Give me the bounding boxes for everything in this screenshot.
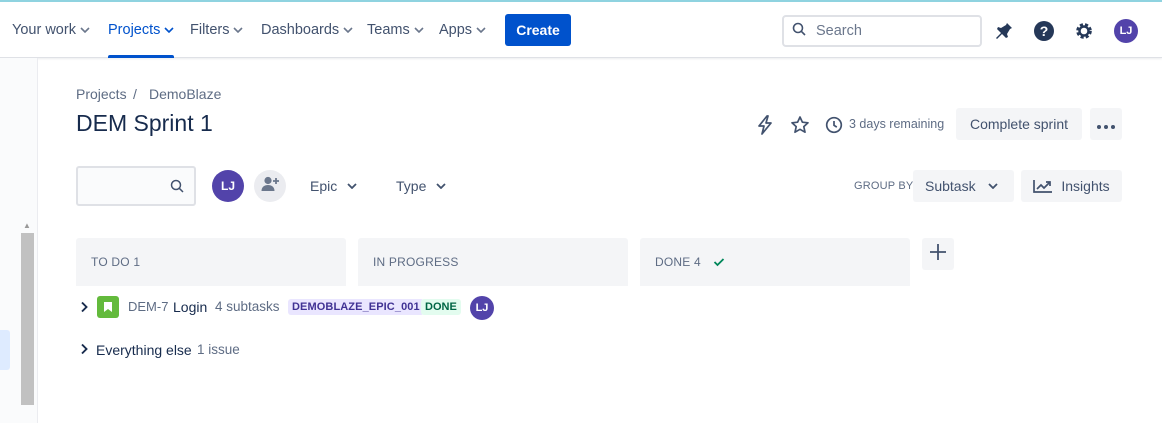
search-icon xyxy=(792,22,816,40)
more-dots-icon xyxy=(1097,116,1115,132)
nav-teams-label: Teams xyxy=(367,22,410,38)
type-filter-label: Type xyxy=(396,178,427,194)
chevron-down-icon xyxy=(347,183,357,189)
nav-dashboards[interactable]: Dashboards xyxy=(261,2,353,58)
status-badge: DONE xyxy=(421,299,461,315)
more-actions-button[interactable] xyxy=(1090,108,1122,140)
epic-lozenge: DEMOBLAZE_EPIC_001 xyxy=(288,299,424,315)
top-navigation: Your work Projects Filters Dashboards Te… xyxy=(0,0,1162,58)
chevron-down-icon xyxy=(80,27,90,33)
avatar: LJ xyxy=(1114,19,1138,43)
everything-else-count: 1 issue xyxy=(197,342,240,357)
nav-projects-label: Projects xyxy=(108,22,161,38)
column-title: IN PROGRESS xyxy=(373,255,459,269)
chevron-down-icon xyxy=(343,27,353,33)
breadcrumb-project[interactable]: DemoBlaze xyxy=(149,86,221,102)
insights-label: Insights xyxy=(1061,178,1110,194)
column-header-done: DONE 4 xyxy=(640,238,910,286)
chevron-down-icon xyxy=(436,183,446,189)
chevron-down-icon xyxy=(414,27,424,33)
page-title: DEM Sprint 1 xyxy=(76,110,213,136)
add-people-button[interactable] xyxy=(254,170,286,202)
issue-summary[interactable]: Login xyxy=(173,299,207,315)
breadcrumb-projects[interactable]: Projects xyxy=(76,86,127,102)
epic-filter-dropdown[interactable]: Epic xyxy=(310,170,357,202)
help-icon[interactable]: ? xyxy=(1032,19,1056,43)
issue-key[interactable]: DEM-7 xyxy=(128,299,168,314)
column-header-in-progress: IN PROGRESS xyxy=(358,238,628,286)
epic-filter-label: Epic xyxy=(310,178,338,194)
create-button[interactable]: Create xyxy=(505,14,571,46)
group-by-value: Subtask xyxy=(925,178,976,194)
nav-dashboards-label: Dashboards xyxy=(261,22,340,38)
automation-lightning-icon[interactable] xyxy=(754,114,776,136)
nav-projects[interactable]: Projects xyxy=(108,2,175,58)
board-search-input[interactable] xyxy=(76,166,196,206)
column-header-todo: TO DO 1 xyxy=(76,238,346,286)
add-person-icon xyxy=(260,175,280,198)
column-title: DONE 4 xyxy=(655,255,701,269)
scrollbar-thumb[interactable] xyxy=(21,233,34,405)
settings-gear-icon[interactable] xyxy=(1072,19,1096,43)
group-by-label: GROUP BY xyxy=(854,180,914,192)
sprint-remaining-text: 3 days remaining xyxy=(849,117,945,131)
notifications-icon[interactable] xyxy=(992,19,1016,43)
story-bookmark-icon xyxy=(97,296,119,318)
nav-apps[interactable]: Apps xyxy=(439,2,486,58)
nav-teams[interactable]: Teams xyxy=(367,2,424,58)
everything-else-label[interactable]: Everything else xyxy=(96,342,192,358)
nav-filters[interactable]: Filters xyxy=(190,2,244,58)
plus-icon xyxy=(929,243,947,266)
chart-trend-icon xyxy=(1033,179,1053,193)
assignee-filter-avatar[interactable]: LJ xyxy=(212,170,244,202)
complete-sprint-button[interactable]: Complete sprint xyxy=(956,108,1082,140)
add-column-button[interactable] xyxy=(922,238,954,270)
search-input[interactable]: Search xyxy=(782,15,982,47)
insights-button[interactable]: Insights xyxy=(1021,170,1122,202)
assignee-avatar[interactable]: LJ xyxy=(470,296,494,320)
clock-icon xyxy=(823,114,845,136)
column-title: TO DO 1 xyxy=(91,255,141,269)
svg-text:?: ? xyxy=(1040,23,1049,39)
search-placeholder: Search xyxy=(816,23,862,39)
chevron-down-icon xyxy=(987,183,998,189)
type-filter-dropdown[interactable]: Type xyxy=(396,170,446,202)
star-icon[interactable] xyxy=(789,114,811,136)
breadcrumb-separator: / xyxy=(133,86,137,102)
profile-avatar[interactable]: LJ xyxy=(1114,19,1138,43)
chevron-down-icon xyxy=(233,27,244,33)
nav-your-work[interactable]: Your work xyxy=(12,2,90,58)
scroll-up-arrow-icon[interactable]: ▲ xyxy=(20,219,34,231)
group-by-dropdown[interactable]: Subtask xyxy=(913,170,1014,202)
nav-filters-label: Filters xyxy=(190,22,230,38)
expand-chevron-right-icon[interactable] xyxy=(78,343,90,355)
chevron-down-icon xyxy=(476,27,486,33)
nav-your-work-label: Your work xyxy=(12,22,76,38)
subtask-count: 4 subtasks xyxy=(215,299,280,314)
nav-apps-label: Apps xyxy=(439,22,473,38)
chevron-down-icon xyxy=(164,27,174,33)
sidebar-selected-indicator xyxy=(0,330,10,370)
expand-chevron-right-icon[interactable] xyxy=(78,301,90,313)
check-icon xyxy=(713,257,725,267)
